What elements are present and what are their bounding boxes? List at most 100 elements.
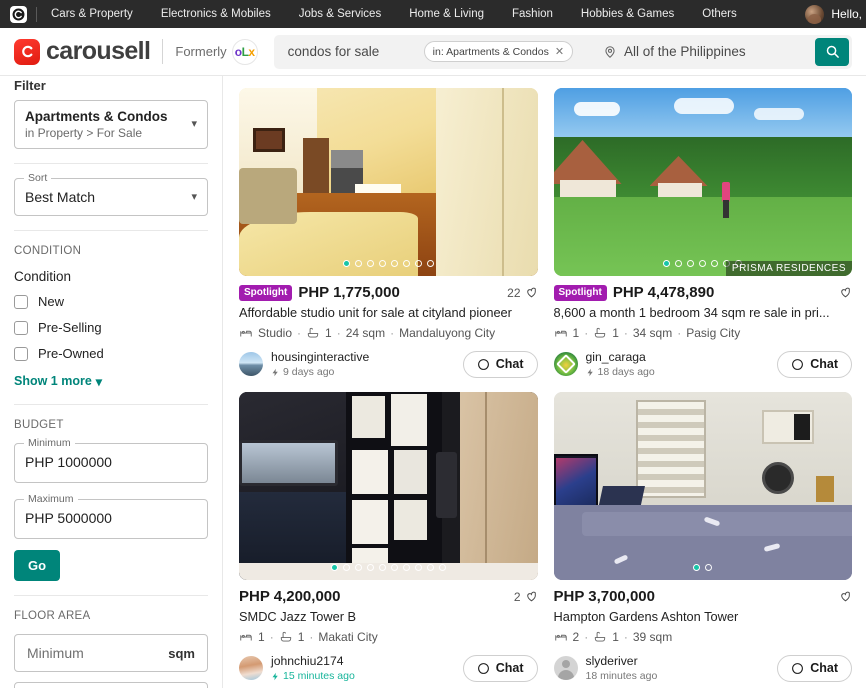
search-bar: in: Apartments & Condos ✕ All of the Phi…	[273, 34, 852, 69]
beds-value: 2	[572, 630, 580, 644]
checkbox[interactable]	[14, 346, 28, 361]
carousel-dot[interactable]	[438, 564, 446, 571]
carousel-dot[interactable]	[414, 564, 422, 571]
carousell-logo-icon[interactable]	[10, 5, 27, 23]
listing-title[interactable]: 8,600 a month 1 bedroom 34 sqm re sale i…	[554, 305, 853, 320]
carousel-dot[interactable]	[366, 260, 374, 267]
time-label: 18 minutes ago	[585, 670, 658, 682]
carousel-dot[interactable]	[426, 260, 434, 267]
seller-avatar[interactable]	[239, 656, 263, 680]
carousel-dot[interactable]	[693, 564, 701, 571]
floor-area-max-field[interactable]: sqm	[14, 682, 208, 688]
budget-max-field[interactable]: Maximum	[14, 493, 208, 539]
carousel-dot[interactable]	[699, 260, 707, 267]
budget-min-input[interactable]	[25, 454, 197, 470]
image-carousel-dots[interactable]	[554, 564, 853, 571]
image-watermark: PRISMA RESIDENCES	[725, 261, 852, 276]
seller-name[interactable]: slyderiver	[586, 654, 658, 668]
chat-button[interactable]: Chat	[462, 350, 538, 378]
carousel-dot[interactable]	[426, 564, 434, 571]
floor-area-section-label: FLOOR AREA	[14, 610, 91, 622]
carousel-dot[interactable]	[390, 260, 398, 267]
carousel-dot[interactable]	[390, 564, 398, 571]
seller-avatar[interactable]	[239, 352, 263, 376]
carousel-dot[interactable]	[663, 260, 671, 267]
image-carousel-dots[interactable]	[239, 564, 538, 571]
like-button[interactable]	[835, 286, 852, 299]
carousel-dot[interactable]	[366, 564, 374, 571]
seller-name[interactable]: gin_caraga	[586, 350, 655, 364]
like-button[interactable]: 22	[507, 286, 537, 300]
floor-area-min-input[interactable]	[27, 645, 169, 661]
carousel-dot[interactable]	[402, 260, 410, 267]
carousel-dot[interactable]	[711, 260, 719, 267]
listing-title[interactable]: Hampton Gardens Ashton Tower	[554, 609, 853, 624]
listing-card[interactable]: PHP 4,200,000 2 SMDC Jazz Tower B 1 · 1 …	[239, 392, 538, 682]
chat-button[interactable]: Chat	[777, 654, 852, 682]
carousel-dot[interactable]	[354, 260, 362, 267]
search-input[interactable]	[273, 44, 424, 59]
budget-min-field[interactable]: Minimum	[14, 437, 208, 483]
carousel-dot[interactable]	[330, 564, 338, 571]
listing-title[interactable]: Affordable studio unit for sale at cityl…	[239, 305, 538, 320]
carousel-dot[interactable]	[378, 564, 386, 571]
nav-item-hobbies-games[interactable]: Hobbies & Games	[581, 8, 674, 20]
like-button[interactable]: 2	[514, 590, 538, 604]
nav-item-home-living[interactable]: Home & Living	[409, 8, 484, 20]
chat-button[interactable]: Chat	[777, 350, 852, 378]
nav-item-electronics-mobiles[interactable]: Electronics & Mobiles	[161, 8, 271, 20]
listing-card[interactable]: PHP 3,700,000 Hampton Gardens Ashton Tow…	[553, 392, 853, 682]
carousel-dot[interactable]	[342, 564, 350, 571]
account-menu[interactable]: Hello,	[805, 0, 862, 28]
checkbox[interactable]	[14, 320, 28, 335]
seller-name[interactable]: johnchiu2174	[271, 654, 355, 668]
like-count: 22	[507, 285, 521, 300]
search-button[interactable]	[815, 37, 849, 66]
condition-option-pre-selling[interactable]: Pre-Selling	[14, 320, 208, 335]
site-header: carousell Formerly oLx in: Apartments & …	[0, 28, 866, 76]
carousel-dot[interactable]	[402, 564, 410, 571]
nav-item-jobs-services[interactable]: Jobs & Services	[299, 8, 381, 20]
location-selector[interactable]: All of the Philippines	[603, 44, 746, 59]
nav-item-cars-property[interactable]: Cars & Property	[51, 8, 133, 20]
listing-image[interactable]: PRISMA RESIDENCES	[553, 88, 852, 276]
checkbox[interactable]	[14, 294, 28, 309]
carousel-dot[interactable]	[378, 260, 386, 267]
carousel-dot[interactable]	[675, 260, 683, 267]
seller-avatar[interactable]	[553, 656, 578, 680]
sort-selector[interactable]: Sort Best Match ▾	[14, 172, 208, 216]
condition-option-new[interactable]: New	[14, 294, 208, 309]
carousel-dot[interactable]	[354, 564, 362, 571]
listing-card[interactable]: Spotlight PHP 1,775,000 22 Affordable st…	[239, 88, 538, 378]
carousel-dot[interactable]	[705, 564, 713, 571]
seller-name[interactable]: housinginteractive	[271, 350, 369, 364]
floor-area-min-field[interactable]: sqm	[14, 634, 208, 672]
chat-label: Chat	[495, 357, 524, 371]
listing-image[interactable]	[239, 392, 538, 580]
chat-button[interactable]: Chat	[462, 654, 538, 682]
show-more-label: Show 1 more	[14, 374, 92, 388]
listing-card[interactable]: PRISMA RESIDENCES Spotlight PHP 4,478,89…	[553, 88, 853, 378]
budget-go-button[interactable]: Go	[14, 550, 61, 581]
close-icon[interactable]: ✕	[555, 45, 564, 58]
condition-option-pre-owned[interactable]: Pre-Owned	[14, 346, 208, 361]
divider	[14, 595, 208, 596]
carousel-dot[interactable]	[414, 260, 422, 267]
category-selector[interactable]: Apartments & Condos in Property > For Sa…	[14, 100, 208, 149]
listing-image[interactable]	[553, 392, 853, 580]
area-value: 24 sqm	[345, 326, 386, 340]
listing-image[interactable]	[239, 88, 538, 276]
nav-item-others[interactable]: Others	[702, 8, 737, 20]
beds-value: 1	[258, 630, 265, 644]
image-carousel-dots[interactable]	[239, 260, 538, 267]
carousel-dot[interactable]	[687, 260, 695, 267]
like-button[interactable]	[835, 590, 852, 603]
listing-title[interactable]: SMDC Jazz Tower B	[239, 609, 538, 624]
category-filter-chip[interactable]: in: Apartments & Condos ✕	[423, 41, 574, 62]
brand-logo[interactable]: carousell Formerly oLx	[14, 38, 258, 65]
seller-avatar[interactable]	[553, 352, 578, 376]
carousel-dot[interactable]	[342, 260, 350, 267]
budget-max-input[interactable]	[25, 510, 197, 526]
show-more-conditions-button[interactable]: Show 1 more ▾	[14, 374, 102, 389]
nav-item-fashion[interactable]: Fashion	[512, 8, 553, 20]
